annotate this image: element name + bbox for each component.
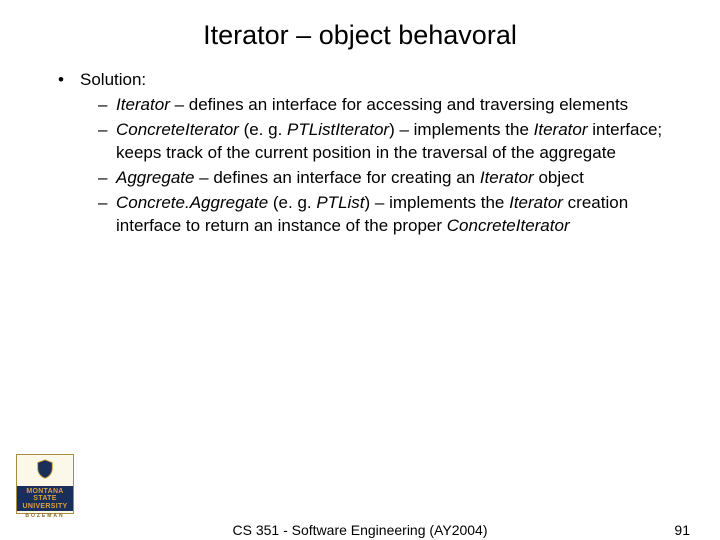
text: (e. g. — [239, 120, 287, 139]
text: ) – implements the — [365, 193, 510, 212]
solution-item: Solution: Iterator – defines an interfac… — [50, 69, 670, 238]
term: ConcreteIterator — [116, 120, 239, 139]
bullet-aggregate: Aggregate – defines an interface for cre… — [98, 167, 670, 190]
text: (e. g. — [268, 193, 316, 212]
page-number: 91 — [674, 522, 690, 538]
slide: Iterator – object behavoral Solution: It… — [0, 0, 720, 540]
term: Concrete.Aggregate — [116, 193, 268, 212]
term: Iterator — [480, 168, 534, 187]
university-logo: MONTANA STATE UNIVERSITY BOZEMAN — [16, 454, 74, 514]
example: PTListIterator — [287, 120, 389, 139]
term: Aggregate — [116, 168, 194, 187]
solution-label: Solution: — [80, 70, 146, 89]
term: Iterator — [534, 120, 588, 139]
text: object — [534, 168, 584, 187]
logo-text: MONTANA STATE UNIVERSITY — [17, 486, 73, 511]
footer-course: CS 351 - Software Engineering (AY2004) — [0, 522, 720, 538]
text: ) – implements the — [389, 120, 534, 139]
logo-line2: STATE UNIVERSITY — [17, 495, 73, 510]
slide-body: Solution: Iterator – defines an interfac… — [0, 61, 720, 238]
slide-title: Iterator – object behavoral — [0, 0, 720, 61]
logo-bozeman: BOZEMAN — [17, 511, 73, 519]
bullet-concrete-iterator: ConcreteIterator (e. g. PTListIterator) … — [98, 119, 670, 165]
term: Iterator — [116, 95, 170, 114]
text: – defines an interface for accessing and… — [170, 95, 628, 114]
logo-line1: MONTANA — [17, 488, 73, 495]
shield-icon — [34, 458, 56, 480]
term: ConcreteIterator — [447, 216, 570, 235]
bullet-iterator: Iterator – defines an interface for acce… — [98, 94, 670, 117]
text: – defines an interface for creating an — [194, 168, 479, 187]
example: PTList — [316, 193, 364, 212]
term: Iterator — [509, 193, 563, 212]
bullet-concrete-aggregate: Concrete.Aggregate (e. g. PTList) – impl… — [98, 192, 670, 238]
